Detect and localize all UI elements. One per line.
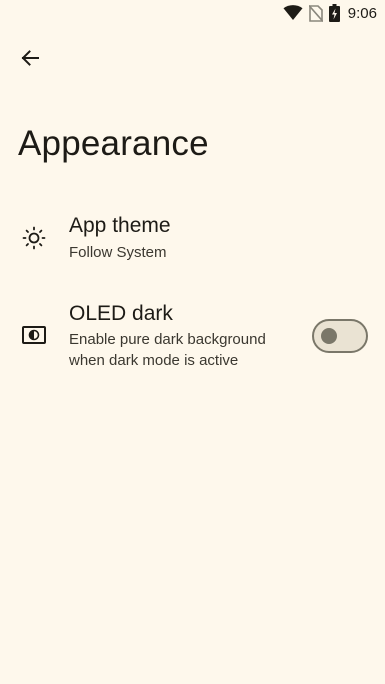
oled-dark-switch[interactable] — [312, 319, 368, 353]
status-icons: 9:06 — [283, 4, 377, 22]
brightness-icon — [21, 225, 47, 251]
back-button[interactable] — [14, 44, 46, 76]
setting-subtitle: Follow System — [69, 244, 167, 261]
status-time: 9:06 — [347, 4, 377, 22]
arrow-back-icon — [20, 48, 40, 73]
no-sim-icon — [308, 4, 323, 22]
switch-thumb — [321, 328, 337, 344]
setting-title: App theme — [69, 214, 171, 237]
battery-charging-icon — [328, 4, 340, 22]
oled-contrast-icon — [21, 322, 47, 348]
setting-subtitle: Enable pure dark background when dark mo… — [69, 331, 266, 369]
page-title: Appearance — [18, 124, 209, 163]
wifi-icon — [283, 5, 303, 21]
oled-dark-setting[interactable]: OLED dark Enable pure dark background wh… — [0, 298, 385, 378]
setting-title: OLED dark — [69, 302, 173, 325]
status-bar: 9:06 — [0, 0, 385, 26]
app-theme-setting[interactable]: App theme Follow System — [0, 210, 385, 272]
